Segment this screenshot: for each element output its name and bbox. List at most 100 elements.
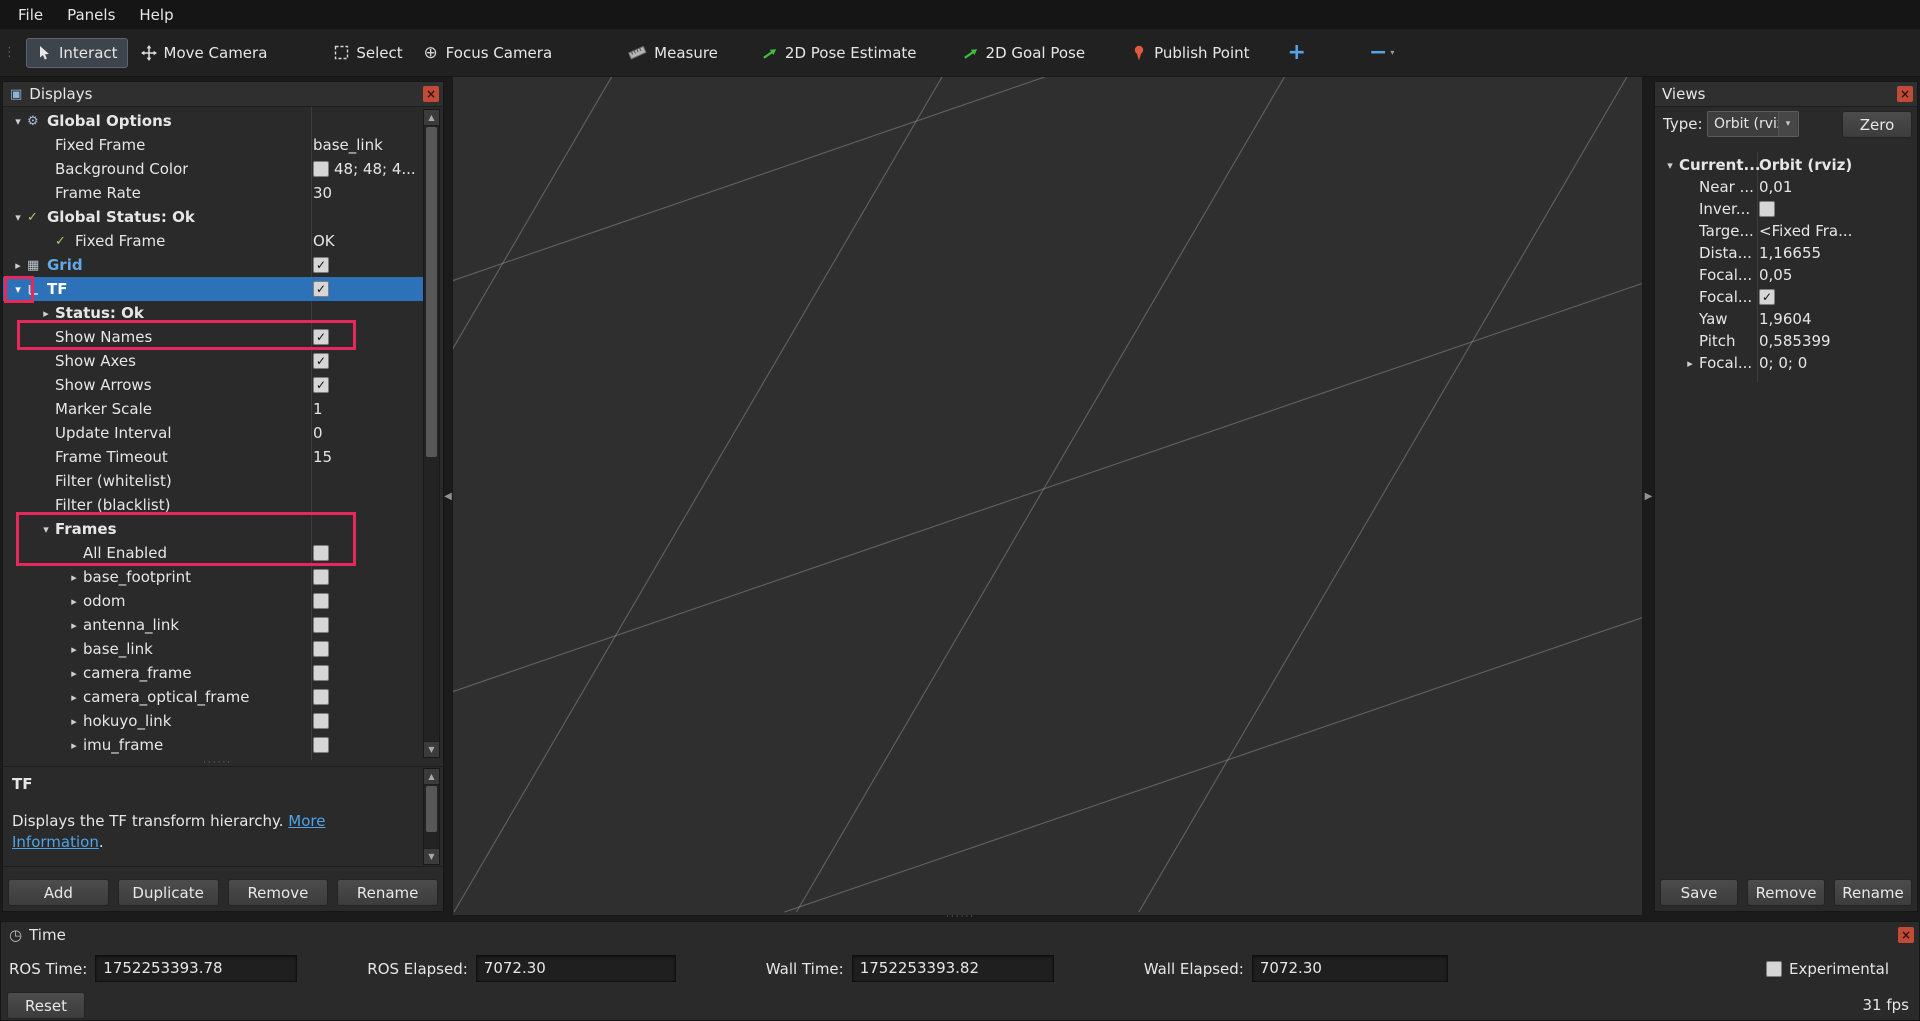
displays-row-background-color[interactable]: Background Color48; 48; 4... [3,157,423,181]
odom-checkbox[interactable] [313,593,329,609]
displays-row-tf[interactable]: ▾TF✓ [3,277,423,301]
displays-duplicate-button[interactable]: Duplicate [118,879,219,906]
show-arrows-checkbox[interactable]: ✓ [313,377,329,393]
displays-row-show-arrows[interactable]: Show Arrows✓ [3,373,423,397]
antenna-link-checkbox[interactable] [313,617,329,633]
views-row-inver[interactable]: Inver... [1655,198,1917,220]
views-row-focal[interactable]: Focal...✓ [1655,286,1917,308]
base-footprint-expand-arrow[interactable]: ▸ [65,571,83,584]
scroll-thumb[interactable] [426,127,437,457]
tool-add-tool[interactable]: + [1279,38,1315,68]
displays-row-global-options[interactable]: ▾⚙Global Options [3,109,423,133]
camera-frame-expand-arrow[interactable]: ▸ [65,667,83,680]
displays-panel-header[interactable]: ▣ Displays × [3,82,443,107]
displays-row-show-axes[interactable]: Show Axes✓ [3,349,423,373]
description-scrollbar[interactable]: ▲ ▼ [423,768,440,865]
time-panel-header[interactable]: ◷ Time [9,926,66,944]
tool-publish-point[interactable]: Publish Point [1122,38,1258,68]
background-color-swatch[interactable] [313,161,329,177]
frames-expand-arrow[interactable]: ▾ [37,523,55,536]
global-options-expand-arrow[interactable]: ▾ [9,115,27,128]
displays-row-antenna-link[interactable]: ▸antenna_link [3,613,423,637]
views-close-button[interactable]: × [1897,86,1913,102]
tool-2d-goal-pose[interactable]: 2D Goal Pose [953,38,1095,68]
grid-expand-arrow[interactable]: ▸ [9,259,27,272]
camera-optical-frame-expand-arrow[interactable]: ▸ [65,691,83,704]
show-axes-checkbox[interactable]: ✓ [313,353,329,369]
displays-row-base-link[interactable]: ▸base_link [3,637,423,661]
toolbar-grip-icon[interactable]: ⋮ [3,45,16,60]
right-splitter[interactable]: ▶ [1643,76,1654,916]
collapse-left-icon[interactable]: ◀ [444,491,452,502]
scroll-thumb[interactable] [426,786,437,832]
views-row-focal[interactable]: Focal...0,05 [1655,264,1917,286]
tool-measure[interactable]: Measure [619,38,727,68]
imu-frame-expand-arrow[interactable]: ▸ [65,739,83,752]
tf-expand-arrow[interactable]: ▾ [9,283,27,296]
views-row-yaw[interactable]: Yaw1,9604 [1655,308,1917,330]
displays-row-frames[interactable]: ▾Frames [3,517,423,541]
displays-row-fixed-frame[interactable]: Fixed Framebase_link [3,133,423,157]
imu-frame-checkbox[interactable] [313,737,329,753]
all-enabled-checkbox[interactable] [313,545,329,561]
scroll-down-icon[interactable]: ▼ [424,741,439,757]
displays-add-button[interactable]: Add [8,879,109,906]
focal-expand-arrow[interactable]: ▸ [1681,357,1699,370]
base-link-checkbox[interactable] [313,641,329,657]
tf-checkbox[interactable]: ✓ [313,281,329,297]
displays-row-filter-whitelist[interactable]: Filter (whitelist) [3,469,423,493]
tool-remove-tool[interactable]: −▾ [1360,38,1403,68]
camera-optical-frame-checkbox[interactable] [313,689,329,705]
displays-row-filter-blacklist[interactable]: Filter (blacklist) [3,493,423,517]
odom-expand-arrow[interactable]: ▸ [65,595,83,608]
displays-scrollbar[interactable]: ▲ ▼ [423,109,440,758]
displays-row-base-footprint[interactable]: ▸base_footprint [3,565,423,589]
views-row-dista[interactable]: Dista...1,16655 [1655,242,1917,264]
scroll-down-icon[interactable]: ▼ [424,848,439,864]
time-close-button[interactable]: × [1898,927,1914,943]
views-row-current[interactable]: ▾Current...Orbit (rviz) [1655,154,1917,176]
ros-time-value[interactable]: 1752253393.78 [95,955,297,982]
left-splitter[interactable]: ◀ [444,76,452,916]
tool-interact[interactable]: Interact [26,38,128,68]
displays-row-status-ok[interactable]: ▸Status: Ok [3,301,423,325]
dropdown-arrow-icon[interactable]: ▾ [1778,112,1797,136]
tool-focus-camera[interactable]: ⊕Focus Camera [414,38,561,68]
view-type-dropdown[interactable]: Orbit (rviz ▾ [1707,111,1799,137]
views-save-button[interactable]: Save [1660,879,1738,906]
base-link-expand-arrow[interactable]: ▸ [65,643,83,656]
displays-row-grid[interactable]: ▸▦Grid✓ [3,253,423,277]
camera-frame-checkbox[interactable] [313,665,329,681]
displays-row-show-names[interactable]: Show Names✓ [3,325,423,349]
views-row-targe[interactable]: Targe...<Fixed Fra... [1655,220,1917,242]
focal-checkbox[interactable]: ✓ [1759,289,1775,305]
grid-checkbox[interactable]: ✓ [313,257,329,273]
menu-file[interactable]: File [6,3,55,27]
displays-rename-button[interactable]: Rename [337,879,438,906]
displays-row-update-interval[interactable]: Update Interval0 [3,421,423,445]
zero-button[interactable]: Zero [1842,111,1912,138]
displays-row-odom[interactable]: ▸odom [3,589,423,613]
displays-row-camera-optical-frame[interactable]: ▸camera_optical_frame [3,685,423,709]
views-remove-button[interactable]: Remove [1747,879,1825,906]
displays-row-all-enabled[interactable]: All Enabled [3,541,423,565]
wall-time-value[interactable]: 1752253393.82 [852,955,1054,982]
tool-select[interactable]: Select [324,38,411,68]
menu-panels[interactable]: Panels [55,3,127,27]
displays-row-frame-rate[interactable]: Frame Rate30 [3,181,423,205]
3d-viewport[interactable] [452,76,1643,916]
displays-remove-button[interactable]: Remove [228,879,329,906]
hokuyo-link-checkbox[interactable] [313,713,329,729]
inver-checkbox[interactable] [1759,201,1775,217]
views-rename-button[interactable]: Rename [1834,879,1912,906]
global-status-ok-expand-arrow[interactable]: ▾ [9,211,27,224]
ros-elapsed-value[interactable]: 7072.30 [476,955,676,982]
displays-row-camera-frame[interactable]: ▸camera_frame [3,661,423,685]
show-names-checkbox[interactable]: ✓ [313,329,329,345]
displays-row-imu-frame[interactable]: ▸imu_frame [3,733,423,757]
experimental-checkbox[interactable] [1766,961,1782,977]
displays-row-fixed-frame[interactable]: ✓Fixed FrameOK [3,229,423,253]
displays-close-button[interactable]: × [423,86,439,102]
displays-row-global-status-ok[interactable]: ▾✓Global Status: Ok [3,205,423,229]
status-ok-expand-arrow[interactable]: ▸ [37,307,55,320]
